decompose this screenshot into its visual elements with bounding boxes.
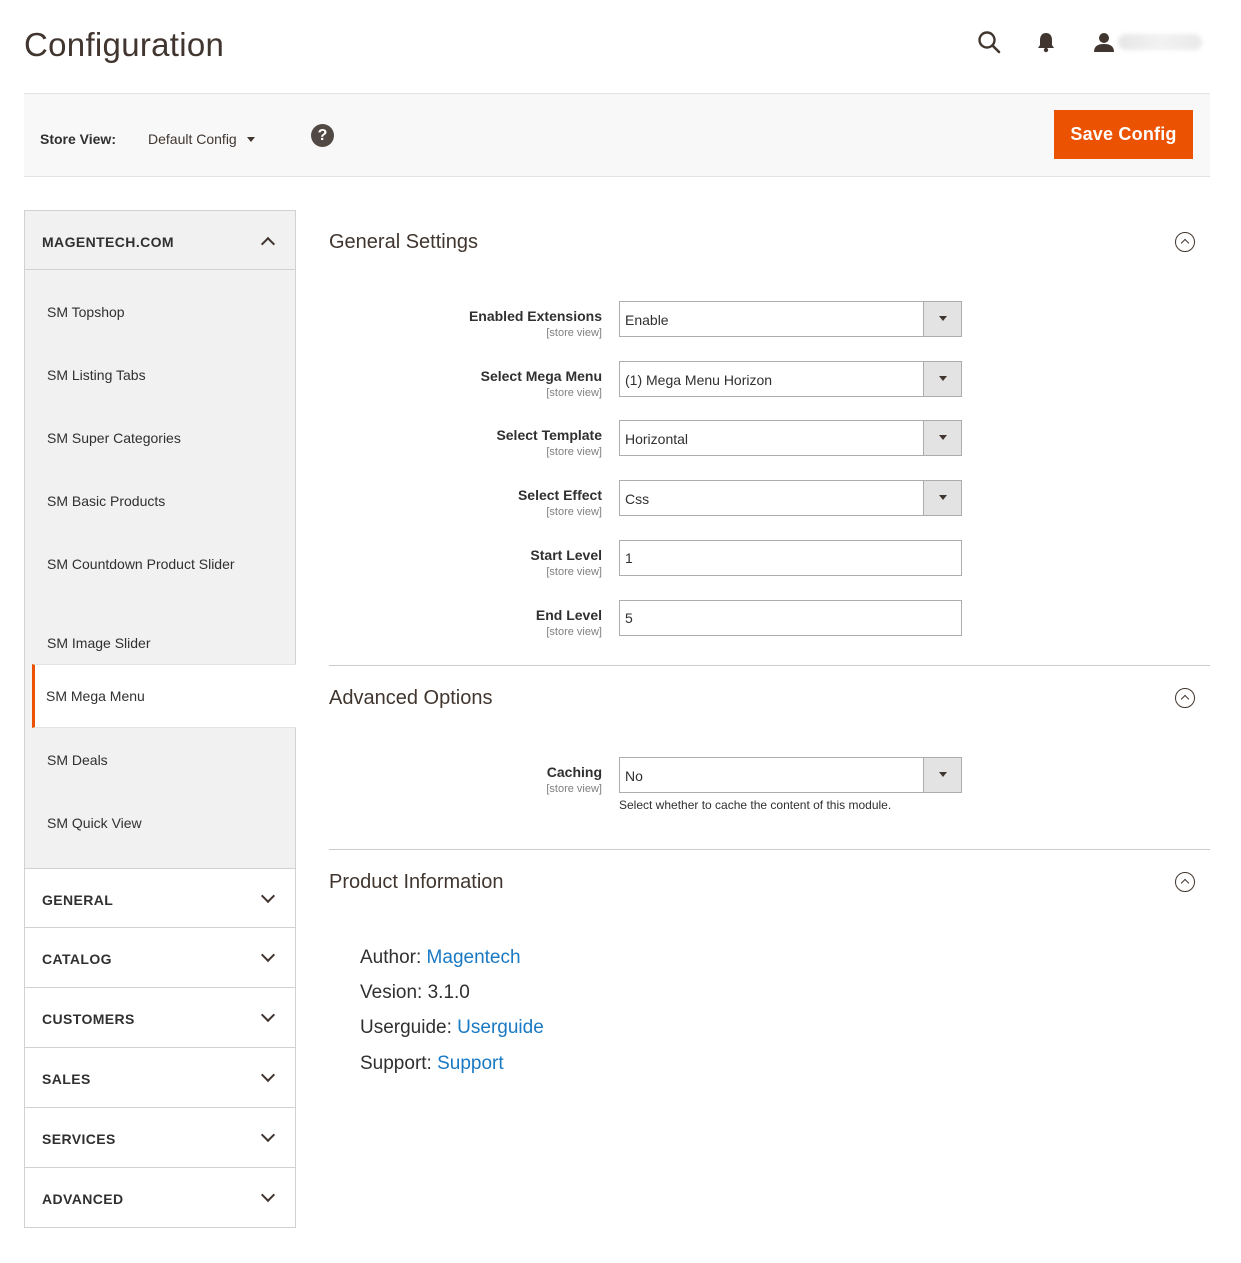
account-name-redacted[interactable] [1118,34,1202,50]
sidebar-tab-catalog[interactable]: CATALOG [24,928,296,988]
section-divider [329,849,1210,850]
sidebar-tab-general[interactable]: GENERAL [24,868,296,928]
store-view-selected: Default Config [148,131,237,147]
sidebar-tab-services[interactable]: SERVICES [24,1108,296,1168]
circle-chevron-up-icon[interactable] [1175,688,1195,708]
help-icon[interactable]: ? [311,124,334,147]
section-title: Product Information [329,871,504,893]
field-end-level: End Level [store view] [329,600,1210,640]
chevron-down-icon [260,947,276,963]
header-actions [974,26,1214,58]
section-title: General Settings [329,231,478,253]
chevron-down-icon [260,1007,276,1023]
product-information-header[interactable]: Product Information [329,871,1210,901]
chevron-down-icon [260,1127,276,1143]
sidebar-item-mega-menu[interactable]: SM Mega Menu [32,664,296,728]
support-link[interactable]: Support [437,1053,504,1074]
store-view-switcher[interactable]: Default Config [148,131,255,147]
sidebar-tab-advanced[interactable]: ADVANCED [24,1168,296,1228]
store-view-bar: Store View: Default Config ? Save Config [24,93,1210,177]
caret-down-icon [923,302,961,336]
circle-chevron-up-icon[interactable] [1175,232,1195,252]
mega-menu-select[interactable]: (1) Mega Menu Horizon [619,361,962,397]
field-start-level: Start Level [store view] [329,540,1210,580]
bell-icon[interactable] [1030,26,1062,58]
field-select-effect: Select Effect [store view] Css [329,480,1210,520]
caching-select[interactable]: No [619,757,962,793]
section-divider [329,665,1210,666]
section-title: Advanced Options [329,687,493,709]
config-sidebar: MAGENTECH.COM SM Topshop SM Listing Tabs… [24,210,296,1228]
support-line: Support: Support [360,1053,504,1074]
version-line: Vesion: 3.1.0 [360,982,470,1003]
sidebar-item-super-categories[interactable]: SM Super Categories [25,396,295,459]
sidebar-tab-magentech[interactable]: MAGENTECH.COM [24,210,296,270]
user-icon[interactable] [1088,26,1120,58]
caret-down-icon [923,481,961,515]
enabled-extensions-select[interactable]: Enable [619,301,962,337]
advanced-options-section: Advanced Options Caching [store view] No… [329,687,1210,827]
userguide-line: Userguide: Userguide [360,1017,544,1038]
sidebar-tab-title: MAGENTECH.COM [42,234,174,250]
chevron-down-icon [260,1067,276,1083]
product-information-section: Product Information [329,871,1210,911]
caret-down-icon [246,136,255,142]
field-select-template: Select Template [store view] Horizontal [329,420,1210,460]
caret-down-icon [923,362,961,396]
sidebar-item-listing-tabs[interactable]: SM Listing Tabs [25,333,295,396]
caret-down-icon [923,421,961,455]
page-title: Configuration [24,26,225,63]
general-settings-section: General Settings Enabled Extensions [sto… [329,231,1210,651]
field-caching: Caching [store view] No Select whether t… [329,757,1210,817]
sidebar-tab-sales[interactable]: SALES [24,1048,296,1108]
field-select-mega-menu: Select Mega Menu [store view] (1) Mega M… [329,361,1210,401]
author-link[interactable]: Magentech [427,947,521,968]
chevron-down-icon [260,888,276,904]
general-settings-header[interactable]: General Settings [329,231,1210,261]
caching-note: Select whether to cache the content of t… [619,798,892,812]
effect-select[interactable]: Css [619,480,962,516]
field-enabled-extensions: Enabled Extensions [store view] Enable [329,301,1210,341]
search-icon[interactable] [973,26,1005,58]
sidebar-tab-customers[interactable]: CUSTOMERS [24,988,296,1048]
sidebar-item-topshop[interactable]: SM Topshop [25,270,295,333]
template-select[interactable]: Horizontal [619,420,962,456]
end-level-input[interactable] [619,600,962,636]
advanced-options-header[interactable]: Advanced Options [329,687,1210,717]
save-config-button[interactable]: Save Config [1054,110,1193,159]
circle-chevron-up-icon[interactable] [1175,872,1195,892]
chevron-up-icon [260,236,276,252]
sidebar-item-basic-products[interactable]: SM Basic Products [25,459,295,522]
caret-down-icon [923,758,961,792]
sidebar-item-image-slider[interactable]: SM Image Slider [25,602,295,664]
author-line: Author: Magentech [360,947,521,968]
sidebar-item-deals[interactable]: SM Deals [25,728,295,791]
start-level-input[interactable] [619,540,962,576]
store-view-label: Store View: [40,131,116,147]
userguide-link[interactable]: Userguide [457,1017,544,1038]
sidebar-tab-items: SM Topshop SM Listing Tabs SM Super Cate… [24,270,296,868]
sidebar-item-quick-view[interactable]: SM Quick View [25,791,295,868]
chevron-down-icon [260,1187,276,1203]
sidebar-item-countdown-slider[interactable]: SM Countdown Product Slider [25,522,295,602]
